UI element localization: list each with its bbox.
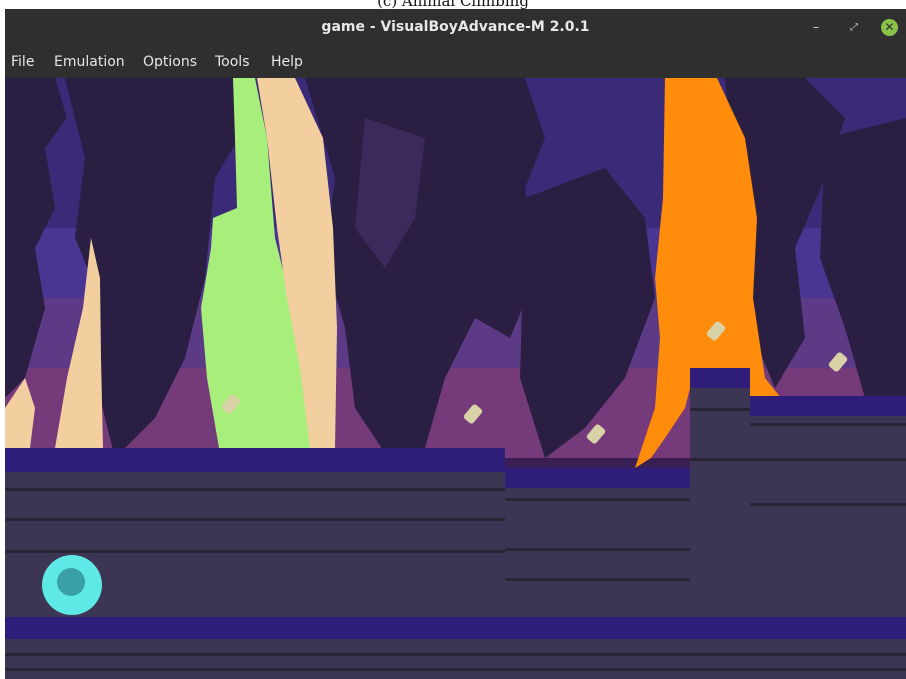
- close-icon[interactable]: ✕: [881, 19, 898, 36]
- menu-tools[interactable]: Tools: [215, 46, 250, 78]
- brick-stripe: [505, 578, 690, 581]
- floor-body: [5, 639, 906, 679]
- floor-top: [5, 617, 906, 639]
- menu-options[interactable]: Options: [143, 46, 197, 78]
- platform-top: [690, 368, 750, 388]
- platform-top: [750, 396, 906, 416]
- emulator-window: game - VisualBoyAdvance-M 2.0.1 – ⤢ ✕ Fi…: [5, 9, 906, 679]
- platform-top: [5, 448, 505, 472]
- title-bar[interactable]: game - VisualBoyAdvance-M 2.0.1 – ⤢ ✕: [5, 9, 906, 46]
- brick-stripe: [5, 488, 505, 491]
- platform-body: [750, 416, 906, 617]
- brick-stripe: [5, 518, 505, 521]
- player-core: [57, 568, 85, 596]
- player-icon: [42, 555, 102, 615]
- brick-stripe: [690, 458, 750, 461]
- menu-help[interactable]: Help: [271, 46, 303, 78]
- minimize-icon[interactable]: –: [808, 20, 824, 36]
- brick-stripe: [505, 498, 690, 501]
- brick-stripe: [690, 408, 750, 411]
- brick-stripe: [750, 503, 906, 506]
- brick-stripe: [5, 668, 906, 671]
- menu-file[interactable]: File: [11, 46, 34, 78]
- brick-stripe: [505, 548, 690, 551]
- menu-emulation[interactable]: Emulation: [54, 46, 125, 78]
- platform-body: [690, 388, 750, 617]
- brick-stripe: [750, 423, 906, 426]
- menu-bar: File Emulation Options Tools Help: [5, 46, 906, 78]
- platform-body: [505, 488, 690, 617]
- brick-stripe: [5, 653, 906, 656]
- brick-stripe: [5, 550, 505, 553]
- game-screen[interactable]: [5, 78, 906, 679]
- brick-stripe: [750, 458, 906, 461]
- game-scene: [5, 78, 906, 679]
- platform-top: [505, 468, 690, 488]
- restore-icon[interactable]: ⤢: [846, 20, 862, 36]
- window-title: game - VisualBoyAdvance-M 2.0.1: [321, 19, 590, 35]
